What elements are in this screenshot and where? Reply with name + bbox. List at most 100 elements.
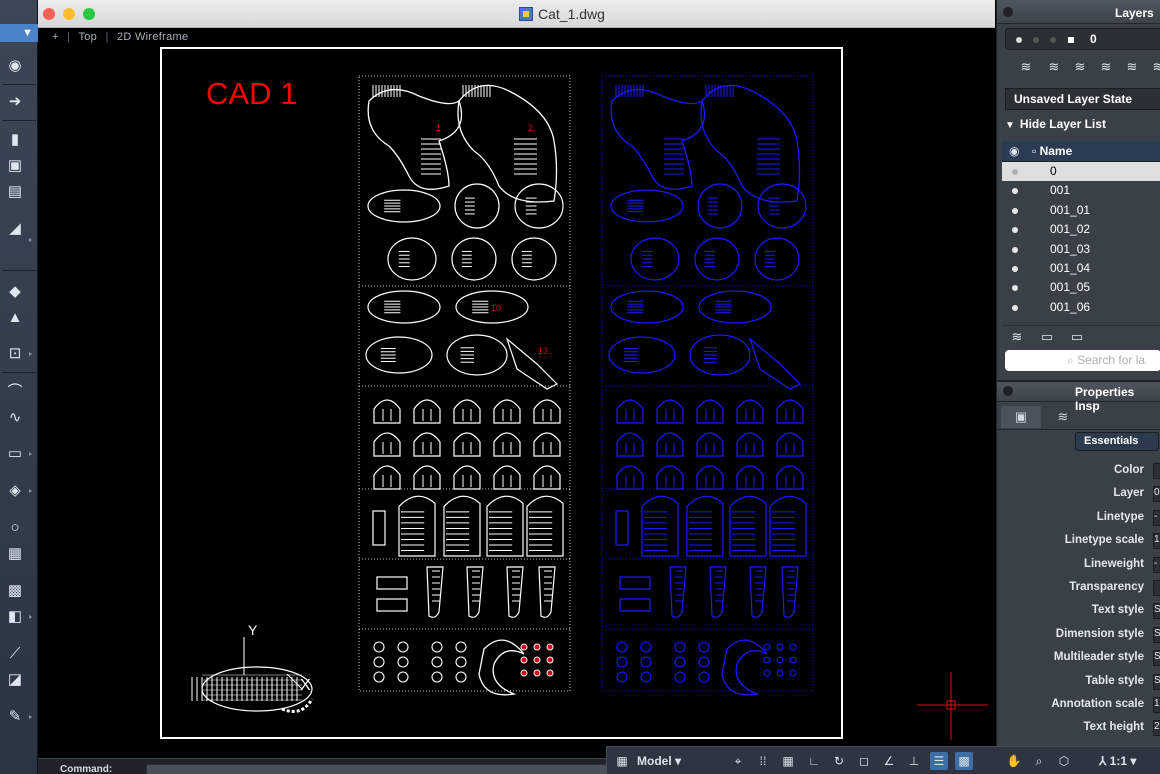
set-current-layer-icon[interactable]: ≋ (1071, 58, 1089, 76)
layout-grid-icon[interactable]: ▦ (613, 752, 631, 770)
image-icon[interactable]: ▦ (5, 544, 25, 564)
toolbar-dropdown-icon[interactable]: ▼ (0, 24, 38, 42)
arrow-icon[interactable]: ➜ (5, 92, 25, 112)
otrack-icon[interactable]: ∠ (880, 752, 898, 770)
spline-icon[interactable]: ∿ (5, 408, 25, 428)
move-icon[interactable]: ◧ (5, 607, 25, 627)
part-outline (776, 656, 784, 664)
lineweight-icon[interactable]: ☰ (930, 752, 948, 770)
layer-freeze-tool-icon[interactable]: ≋ (1123, 58, 1141, 76)
tab-properties-icon[interactable]: ▣ (1001, 406, 1041, 428)
snap-icon[interactable]: ⌖ (729, 752, 747, 770)
grid-dots-icon[interactable]: ⁞⁞ (754, 752, 772, 770)
panel-close-icon[interactable] (1003, 386, 1013, 396)
ortho-icon[interactable]: ∟ (805, 752, 823, 770)
layer-visibility-icon[interactable] (1012, 285, 1018, 292)
property-value[interactable]: - (1153, 509, 1160, 526)
layer-row[interactable]: 001_03 (1002, 240, 1160, 259)
property-value[interactable] (1153, 580, 1160, 596)
hide-layer-list-toggle[interactable]: ▼ Hide Layer List (1005, 117, 1106, 131)
osnap-icon[interactable]: ◻ (855, 752, 873, 770)
layer-lock-tool-icon[interactable]: ≋ (1149, 58, 1160, 76)
part-outline (640, 656, 652, 668)
current-layer-dropdown[interactable]: 0 (1005, 28, 1160, 50)
model-space-button[interactable]: Model ▾ (637, 752, 681, 770)
folder-filter-icon[interactable]: ▭ (1068, 328, 1086, 346)
layer-visibility-icon[interactable] (1012, 188, 1018, 195)
essentials-button[interactable]: Essentials (1075, 432, 1159, 451)
property-value[interactable]: S (1153, 603, 1160, 620)
layer-visibility-icon[interactable] (1012, 246, 1018, 253)
layer-row[interactable]: 001_01 (1002, 201, 1160, 220)
property-value[interactable]: S (1153, 650, 1160, 667)
orbit-icon[interactable]: ⬡ (1055, 752, 1073, 770)
layer-visibility-icon[interactable] (1012, 304, 1018, 311)
pan-icon[interactable]: ✋ (1005, 752, 1023, 770)
layer-row[interactable]: 0 (1002, 162, 1160, 182)
visibility-eye-icon[interactable]: ◉ (1009, 144, 1019, 158)
box-icon[interactable]: ▮ (5, 130, 25, 150)
layer-row[interactable]: 001 (1002, 181, 1160, 200)
minimize-button[interactable] (63, 8, 75, 20)
property-value[interactable] (1153, 463, 1160, 479)
transparency-icon[interactable]: ▩ (955, 752, 973, 770)
drawing-sheet[interactable]: CAD 1 1 2 10 13 Y X (160, 47, 843, 739)
property-value[interactable]: S (1153, 673, 1160, 690)
property-label: Color (1113, 464, 1144, 476)
layer-visibility-icon[interactable] (1012, 227, 1018, 234)
view-cube-label[interactable]: Top (78, 31, 97, 43)
layer-row[interactable]: 001_04 (1002, 259, 1160, 278)
property-value[interactable]: S (1153, 626, 1160, 643)
cone-icon[interactable]: ▲ (5, 308, 25, 328)
name-column-header[interactable]: ▫ Name (1032, 144, 1072, 158)
close-button[interactable] (43, 8, 55, 20)
layer-row[interactable]: 001_02 (1002, 220, 1160, 239)
cad-drawing: CAD 1 1 2 10 13 Y X (191, 75, 814, 713)
line-icon[interactable]: ⟋ (5, 644, 25, 664)
property-value[interactable]: 0 (1153, 486, 1160, 503)
cube-icon[interactable]: ▣ (5, 156, 25, 176)
layer-isolate-icon[interactable]: ≋ (1097, 58, 1115, 76)
property-value[interactable]: 1 (1153, 533, 1160, 550)
command-input[interactable] (146, 764, 638, 774)
circle-icon[interactable]: ○ (5, 518, 25, 538)
visual-style-label[interactable]: 2D Wireframe (117, 31, 188, 43)
property-value[interactable]: 2 (1153, 720, 1160, 737)
parts-sheet-right (601, 75, 814, 696)
layer-visibility-icon[interactable] (1012, 207, 1018, 214)
layer-row[interactable]: 001_06 (1002, 298, 1160, 317)
hatch-icon[interactable]: ▩ (5, 581, 25, 601)
property-value[interactable]: 1 (1153, 697, 1160, 713)
folder-icon[interactable]: ▭ (1038, 328, 1056, 346)
wedge-icon[interactable]: ◢ (5, 219, 25, 239)
tab-layers-icon[interactable]: ≋ (1043, 406, 1083, 428)
layer-visibility-icon[interactable] (1012, 169, 1018, 175)
gear-icon[interactable]: ⊡ (5, 344, 25, 364)
annotation-scale-button[interactable]: ⅄ 1:1 ▾ (1099, 752, 1136, 770)
grid-icon[interactable]: ▦ (779, 752, 797, 770)
layer-visibility-icon[interactable] (1012, 265, 1018, 272)
arc-icon[interactable]: ⌒ (5, 382, 25, 402)
layer-search-input[interactable]: ⌕ Search for la (1005, 350, 1160, 371)
region-icon[interactable]: ◪ (5, 670, 25, 690)
eraser-icon[interactable]: ◈ (5, 481, 25, 501)
rectangle-icon[interactable]: ▭ (5, 444, 25, 464)
part-outline (789, 656, 797, 664)
part-outline (776, 432, 804, 457)
polar-icon[interactable]: ↻ (830, 752, 848, 770)
paint-icon[interactable]: ✎ (5, 707, 25, 727)
panel-close-icon[interactable] (1003, 7, 1013, 17)
layer-state-dropdown[interactable]: Unsaved Layer State (1005, 88, 1160, 110)
pencil-icon[interactable]: ◆ (5, 282, 25, 302)
delete-layer-icon[interactable]: ≋ (1045, 58, 1063, 76)
layer-row[interactable]: 001_05 (1002, 278, 1160, 297)
zoom-button[interactable] (83, 8, 95, 20)
property-value[interactable]: - (1153, 556, 1160, 573)
cylinder-icon[interactable]: ▤ (5, 182, 25, 202)
dynamic-ucs-icon[interactable]: ⊥ (905, 752, 923, 770)
globe-icon[interactable]: ◉ (5, 56, 25, 76)
new-layer-icon[interactable]: ≋ (1017, 58, 1035, 76)
zoom-icon[interactable]: ⌕ (1030, 752, 1048, 770)
viewport-menu-button[interactable]: + (52, 31, 59, 43)
new-layer-group-icon[interactable]: ≋ (1008, 328, 1026, 346)
